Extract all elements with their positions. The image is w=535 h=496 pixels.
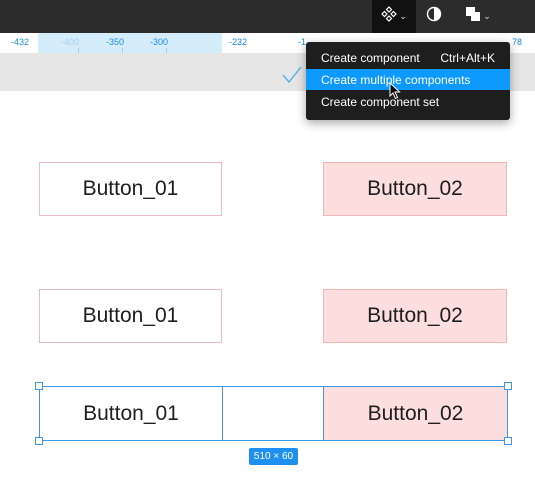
button-02-component[interactable]: Button_02 — [323, 289, 507, 343]
ruler-tick-label: -232 — [229, 37, 248, 47]
menu-item-label: Create component — [321, 50, 420, 65]
selection-size-badge: 510 × 60 — [249, 448, 298, 465]
button-01-component[interactable]: Button_01 — [39, 162, 222, 216]
ruler-tick-label: -432 — [11, 37, 30, 47]
ruler-tickmark — [78, 48, 79, 53]
ruler-tick-label: -350 — [106, 37, 125, 47]
button-label: Button_01 — [82, 304, 179, 327]
menu-item-create-component[interactable]: Create component Ctrl+Alt+K — [306, 47, 510, 68]
chevron-down-icon: ⌄ — [399, 11, 407, 21]
menu-item-create-multiple-components[interactable]: Create multiple components — [306, 69, 510, 90]
component-dropdown-menu: Create component Ctrl+Alt+K Create multi… — [306, 42, 510, 120]
menu-item-shortcut: Ctrl+Alt+K — [440, 50, 495, 65]
contrast-icon — [426, 6, 442, 27]
boolean-ops-button[interactable]: ⌄ — [458, 0, 498, 33]
boolean-ops-icon — [465, 6, 481, 27]
ruler-tick-label: -400 — [61, 37, 80, 47]
resize-handle-bottom-right[interactable] — [504, 437, 512, 445]
button-label: Button_02 — [367, 177, 463, 200]
button-label: Button_01 — [82, 177, 179, 200]
menu-item-label: Create component set — [321, 94, 440, 109]
resize-handle-top-left[interactable] — [35, 382, 43, 390]
resize-handle-bottom-left[interactable] — [35, 437, 43, 445]
create-component-tool[interactable]: ⌄ — [372, 0, 416, 33]
button-01-component[interactable]: Button_01 — [39, 289, 222, 343]
ruler-tick-label: -300 — [150, 37, 169, 47]
toolbar: ⌄ ⌄ — [0, 0, 535, 33]
button-label: Button_02 — [367, 304, 463, 327]
component-icon — [381, 6, 398, 27]
ruler-tick-label: 78 — [512, 37, 523, 47]
ruler-tickmark — [122, 48, 123, 53]
checkmark-icon — [282, 66, 302, 84]
ruler-tickmark — [166, 48, 167, 53]
mouse-cursor-icon — [389, 82, 401, 100]
selection-bounding-box[interactable] — [39, 386, 508, 441]
ruler-tick-label: -1 — [298, 37, 307, 47]
resize-handle-top-right[interactable] — [504, 382, 512, 390]
chevron-down-icon: ⌄ — [483, 11, 491, 21]
button-02-component[interactable]: Button_02 — [323, 162, 507, 216]
menu-item-create-component-set[interactable]: Create component set — [306, 91, 510, 112]
theme-toggle-button[interactable] — [420, 0, 448, 33]
